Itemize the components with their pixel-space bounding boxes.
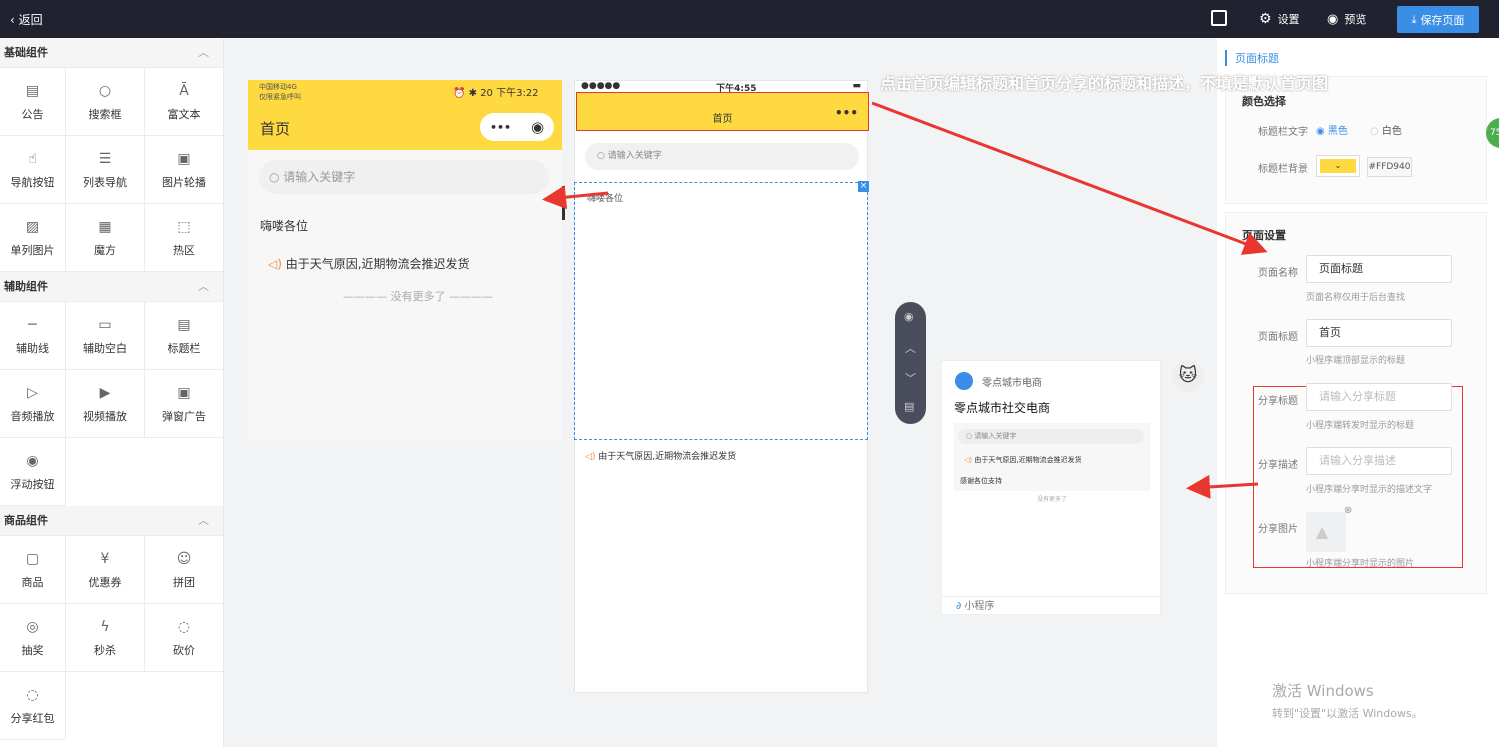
arrow-preview	[542, 185, 609, 210]
annotation-arrows	[542, 101, 1268, 499]
arrow-title	[871, 101, 1268, 255]
arrow-share	[1186, 474, 1259, 499]
windows-watermark: 激活 Windows 转到"设置"以激活 Windows。	[1272, 682, 1423, 720]
